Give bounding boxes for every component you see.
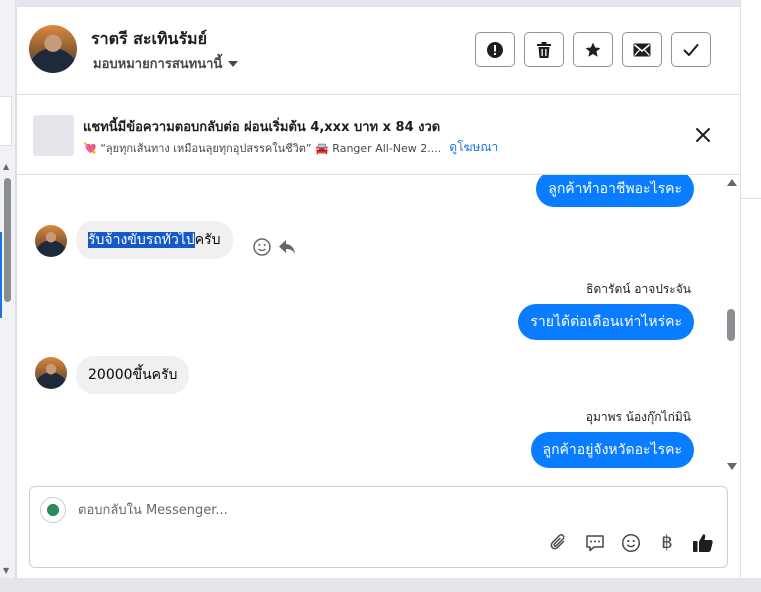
- conversation-panel: ราตรี สะเทินรัมย์ มอบหมายการสนทนานี้ แชท…: [16, 6, 740, 578]
- contact-avatar-small[interactable]: [35, 357, 67, 389]
- contact-name[interactable]: ราตรี สะเทินรัมย์: [91, 27, 207, 52]
- scroll-down-arrow-icon[interactable]: [727, 463, 737, 470]
- star-button[interactable]: [573, 32, 613, 67]
- paperclip-icon: [550, 534, 565, 550]
- like-icon: [693, 534, 713, 552]
- left-scrollbar-thumb[interactable]: [4, 178, 11, 302]
- saved-replies-button[interactable]: [584, 532, 606, 554]
- saved-reply-icon: [586, 535, 604, 552]
- outgoing-message[interactable]: ลูกค้าทำอาชีพอะไรคะ: [536, 175, 694, 207]
- assign-conversation-dropdown[interactable]: มอบหมายการสนทนานี้: [93, 53, 239, 74]
- conversation-card-edge[interactable]: [0, 96, 12, 146]
- message-thread: ลูกค้าทำอาชีพอะไรคะ รับจ้างขับรถทั่วไปคร…: [17, 175, 727, 471]
- mark-unread-button[interactable]: [622, 32, 662, 67]
- emoji-icon: [621, 533, 641, 553]
- incoming-message[interactable]: รับจ้างขับรถทั่วไปครับ: [76, 221, 233, 259]
- ad-subtitle-row: 💘 “ลุยทุกเส้นทาง เหมือนลุยทุกอุปสรรคในชี…: [83, 138, 498, 157]
- scroll-up-arrow-icon[interactable]: ▲: [3, 162, 9, 171]
- divider: [741, 198, 761, 199]
- composer-tools: ฿: [548, 532, 714, 554]
- reply-icon[interactable]: [277, 237, 297, 257]
- conversation-header: ราตรี สะเทินรัมย์ มอบหมายการสนทนานี้: [17, 7, 740, 95]
- trash-icon: [537, 41, 551, 58]
- reply-input[interactable]: [78, 499, 678, 521]
- selected-text: รับจ้างขับรถทั่วไป: [88, 232, 195, 248]
- react-emoji-icon[interactable]: [252, 237, 272, 257]
- mark-done-button[interactable]: [671, 32, 711, 67]
- like-button[interactable]: [692, 532, 714, 554]
- message-text-rest: ครับ: [194, 232, 221, 248]
- close-icon[interactable]: [693, 125, 713, 145]
- ad-thumbnail[interactable]: [33, 115, 74, 156]
- page-avatar: [40, 497, 66, 523]
- contact-avatar-small[interactable]: [35, 225, 67, 257]
- sender-name: อุมาพร น้องกุ๊กไก่มินิ: [585, 410, 691, 424]
- left-panel-edge: ▲ ▼: [0, 0, 16, 592]
- baht-icon: ฿: [661, 532, 673, 553]
- star-icon: [585, 42, 601, 57]
- selected-indicator: [0, 232, 2, 318]
- thread-scrollbar[interactable]: [725, 177, 739, 473]
- thread-scrollbar-thumb[interactable]: [727, 309, 735, 341]
- report-button[interactable]: [475, 32, 515, 67]
- envelope-icon: [633, 43, 651, 56]
- caret-down-icon: [228, 60, 239, 67]
- incoming-message[interactable]: 20000ขึ้นครับ: [76, 356, 190, 394]
- check-icon: [683, 43, 699, 56]
- outgoing-message[interactable]: รายได้ต่อเดือนเท่าไหร่คะ: [518, 304, 694, 340]
- payment-button[interactable]: ฿: [656, 532, 678, 554]
- assign-label: มอบหมายการสนทนานี้: [93, 57, 223, 72]
- bottom-edge: [0, 578, 761, 592]
- delete-button[interactable]: [524, 32, 564, 67]
- report-icon: [487, 41, 503, 58]
- right-panel-edge: [740, 0, 761, 592]
- contact-avatar[interactable]: [29, 25, 77, 73]
- scroll-down-arrow-icon[interactable]: ▼: [3, 566, 9, 575]
- emoji-button[interactable]: [620, 532, 642, 554]
- header-actions: [475, 32, 711, 67]
- attach-button[interactable]: [548, 532, 570, 554]
- scroll-up-arrow-icon[interactable]: [727, 179, 737, 186]
- sender-name: ธิดารัตน์ อาจประจัน: [586, 282, 691, 296]
- ad-title: แชทนี้มีข้อความตอบกลับต่อ ผ่อนเริ่มต้น 4…: [83, 120, 441, 135]
- outgoing-message[interactable]: ลูกค้าอยู่จังหวัดอะไรคะ: [530, 432, 694, 468]
- ad-subtitle: 💘 “ลุยทุกเส้นทาง เหมือนลุยทุกอุปสรรคในชี…: [83, 141, 442, 155]
- view-ad-link[interactable]: ดูโฆษณา: [449, 138, 498, 157]
- ad-context-banner: แชทนี้มีข้อความตอบกลับต่อ ผ่อนเริ่มต้น 4…: [17, 95, 740, 175]
- reply-composer: ฿: [29, 486, 728, 568]
